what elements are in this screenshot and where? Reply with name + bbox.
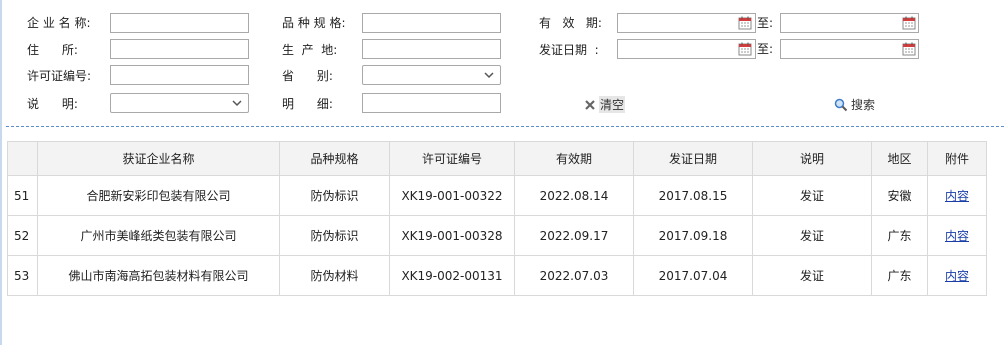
left-border: [0, 0, 2, 345]
license-no-cell: XK19-002-00131: [389, 255, 515, 296]
attachment-cell: 内容: [927, 255, 987, 296]
table-row: 52 广州市美峰纸类包装有限公司 防伪标识 XK19-001-00328 202…: [7, 215, 987, 256]
detail-label: 明 细:: [282, 97, 333, 111]
calendar-icon[interactable]: [738, 42, 752, 56]
validity-cell: 2022.07.03: [514, 255, 634, 296]
chevron-down-icon: [484, 72, 494, 79]
calendar-icon[interactable]: [902, 16, 916, 30]
origin-input[interactable]: [362, 39, 501, 59]
description-cell: 发证: [752, 255, 872, 296]
description-cell: 发证: [752, 175, 872, 216]
license-no-cell: XK19-001-00322: [389, 175, 515, 216]
description-label: 说 明:: [27, 97, 78, 111]
issue-date-label: 发证日期 :: [539, 43, 599, 57]
validity-to-label: 至:: [757, 16, 774, 30]
validity-cell: 2022.08.14: [514, 175, 634, 216]
address-label: 住 所:: [27, 43, 78, 57]
spec-cell: 防伪标识: [279, 175, 390, 216]
clear-button[interactable]: 清空: [584, 96, 626, 113]
header-index: [7, 141, 38, 176]
validity-to-input[interactable]: [780, 13, 919, 33]
header-attachment: 附件: [927, 141, 987, 176]
table-row: 51 合肥新安彩印包装有限公司 防伪标识 XK19-001-00322 2022…: [7, 175, 987, 216]
license-no-cell: XK19-001-00328: [389, 215, 515, 256]
search-button[interactable]: 搜索: [834, 96, 875, 113]
spec-input[interactable]: [362, 13, 501, 33]
magnifier-icon: [834, 98, 848, 111]
attachment-cell: 内容: [927, 175, 987, 216]
header-spec: 品种规格: [279, 141, 390, 176]
section-divider: [6, 126, 1004, 127]
company-name-input[interactable]: [110, 13, 249, 33]
validity-label: 有 效 期:: [539, 16, 602, 30]
results-table: 获证企业名称 品种规格 许可证编号 有效期 发证日期 说明 地区 附件 51 合…: [7, 141, 987, 296]
table-header-row: 获证企业名称 品种规格 许可证编号 有效期 发证日期 说明 地区 附件: [7, 141, 987, 176]
company-name-cell: 合肥新安彩印包装有限公司: [37, 175, 280, 216]
attachment-link[interactable]: 内容: [945, 189, 969, 203]
issue-date-cell: 2017.07.04: [633, 255, 753, 296]
validity-from-input[interactable]: [617, 13, 756, 33]
attachment-link[interactable]: 内容: [945, 229, 969, 243]
region-cell: 广东: [871, 215, 928, 256]
spec-cell: 防伪材料: [279, 255, 390, 296]
region-cell: 安徽: [871, 175, 928, 216]
province-select[interactable]: [362, 65, 501, 85]
header-issue-date: 发证日期: [633, 141, 753, 176]
header-company-name: 获证企业名称: [37, 141, 280, 176]
description-select[interactable]: [110, 93, 249, 113]
issue-from-input[interactable]: [617, 39, 756, 59]
row-index: 53: [7, 255, 38, 296]
issue-to-label: 至:: [757, 42, 774, 56]
description-cell: 发证: [752, 215, 872, 256]
attachment-cell: 内容: [927, 215, 987, 256]
header-description: 说明: [752, 141, 872, 176]
row-index: 52: [7, 215, 38, 256]
issue-date-cell: 2017.08.15: [633, 175, 753, 216]
calendar-icon[interactable]: [902, 42, 916, 56]
region-cell: 广东: [871, 255, 928, 296]
detail-input[interactable]: [362, 93, 501, 113]
issue-date-cell: 2017.09.18: [633, 215, 753, 256]
header-license-no: 许可证编号: [389, 141, 515, 176]
license-no-input[interactable]: [110, 65, 249, 85]
search-label: 搜索: [851, 98, 876, 112]
calendar-icon[interactable]: [738, 16, 752, 30]
attachment-link[interactable]: 内容: [945, 269, 969, 283]
company-name-cell: 广州市美峰纸类包装有限公司: [37, 215, 280, 256]
license-no-label: 许可证编号:: [27, 69, 92, 83]
address-input[interactable]: [110, 39, 249, 59]
chevron-down-icon: [232, 100, 242, 107]
validity-cell: 2022.09.17: [514, 215, 634, 256]
origin-label: 生 产 地:: [282, 43, 338, 57]
issue-to-input[interactable]: [780, 39, 919, 59]
table-row: 53 佛山市南海高拓包装材料有限公司 防伪材料 XK19-002-00131 2…: [7, 255, 987, 296]
spec-cell: 防伪标识: [279, 215, 390, 256]
province-label: 省 别:: [282, 69, 333, 83]
clear-label: 清空: [599, 96, 626, 113]
header-validity: 有效期: [514, 141, 634, 176]
header-region: 地区: [871, 141, 928, 176]
row-index: 51: [7, 175, 38, 216]
clear-x-icon: [585, 99, 595, 110]
spec-label: 品 种 规 格:: [282, 16, 346, 30]
company-name-cell: 佛山市南海高拓包装材料有限公司: [37, 255, 280, 296]
company-name-label: 企 业 名 称:: [27, 16, 91, 30]
